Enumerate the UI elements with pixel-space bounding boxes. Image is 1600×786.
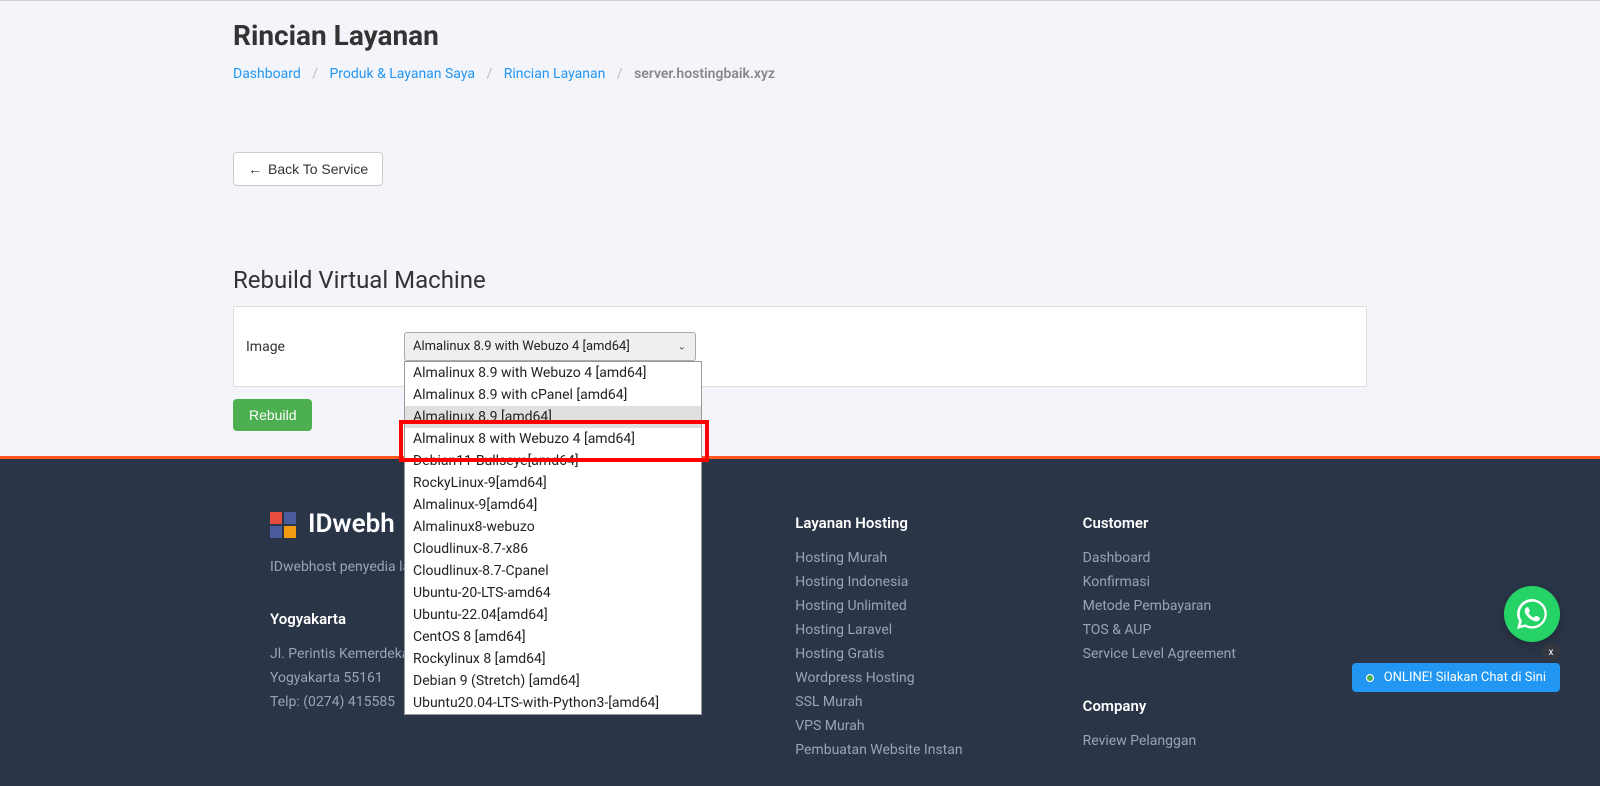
dropdown-option[interactable]: Cloudlinux-8.7-Cpanel [405,560,701,582]
footer-link[interactable]: Service Level Agreement [1083,646,1330,662]
dropdown-option[interactable]: Almalinux-9[amd64] [405,494,701,516]
chat-label: ONLINE! Silakan Chat di Sini [1384,670,1546,685]
breadcrumb-link-dashboard[interactable]: Dashboard [233,66,301,82]
logo-text: IDwebh [308,509,395,539]
breadcrumb-current: server.hostingbaik.xyz [634,66,775,82]
chevron-down-icon: ⌄ [678,341,686,352]
footer-link[interactable]: SSL Murah [795,694,1042,710]
breadcrumb-link-products[interactable]: Produk & Layanan Saya [329,66,475,82]
footer-link[interactable]: Hosting Gratis [795,646,1042,662]
dropdown-option[interactable]: Almalinux 8.9 with Webuzo 4 [amd64] [405,362,701,384]
footer-customer-heading: Customer [1083,514,1330,532]
rebuild-section-title: Rebuild Virtual Machine [233,266,1367,294]
image-label: Image [244,339,404,355]
breadcrumb-sep: / [312,66,318,82]
breadcrumb-link-details[interactable]: Rincian Layanan [504,66,606,82]
image-select[interactable]: Almalinux 8.9 with Webuzo 4 [amd64] ⌄ [404,332,696,361]
dropdown-option[interactable]: Cloudlinux-8.7-x86 [405,538,701,560]
whatsapp-button[interactable] [1504,586,1560,642]
dropdown-option[interactable]: Debian 9 (Stretch) [amd64] [405,670,701,692]
back-to-service-button[interactable]: ← Back To Service [233,152,383,186]
dropdown-option[interactable]: CentOS 8 [amd64] [405,626,701,648]
chat-close-button[interactable]: x [1542,643,1560,661]
breadcrumb: Dashboard / Produk & Layanan Saya / Rinc… [233,66,1367,82]
footer-link[interactable]: VPS Murah [795,718,1042,734]
dropdown-option[interactable]: Ubuntu-22.04[amd64] [405,604,701,626]
dropdown-option[interactable]: Rockylinux 8 [amd64] [405,648,701,670]
footer: IDwebh IDwebhost penyedia la Yogyakarta … [0,459,1600,786]
footer-link[interactable]: Review Pelanggan [1083,733,1330,749]
footer-link[interactable]: Hosting Unlimited [795,598,1042,614]
dropdown-option[interactable]: Almalinux8-webuzo [405,516,701,538]
footer-link[interactable]: Hosting Murah [795,550,1042,566]
footer-link[interactable]: TOS & AUP [1083,622,1330,638]
dropdown-option[interactable]: RockyLinux-9[amd64] [405,472,701,494]
page-title: Rincian Layanan [233,19,1367,52]
breadcrumb-sep: / [486,66,492,82]
whatsapp-icon [1517,599,1547,629]
dropdown-option[interactable]: Almalinux 8 with Webuzo 4 [amd64] [405,428,701,450]
back-button-label: Back To Service [268,161,368,177]
logo-icon [270,510,298,538]
footer-link[interactable]: Wordpress Hosting [795,670,1042,686]
footer-company-heading: Company [1083,697,1330,715]
rebuild-button[interactable]: Rebuild [233,399,312,431]
footer-link[interactable]: Konfirmasi [1083,574,1330,590]
footer-link[interactable]: Pembuatan Website Instan [795,742,1042,758]
image-dropdown: Almalinux 8.9 with Webuzo 4 [amd64] Alma… [404,361,702,715]
footer-link[interactable]: Dashboard [1083,550,1330,566]
dropdown-option[interactable]: Debian11-Bullseye[amd64] [405,450,701,472]
arrow-left-icon: ← [248,161,262,177]
footer-link[interactable]: Hosting Indonesia [795,574,1042,590]
rebuild-form: Image Almalinux 8.9 with Webuzo 4 [amd64… [233,306,1367,387]
footer-link[interactable]: Hosting Laravel [795,622,1042,638]
breadcrumb-sep: / [617,66,623,82]
dropdown-option[interactable]: Almalinux 8.9 with cPanel [amd64] [405,384,701,406]
image-select-value: Almalinux 8.9 with Webuzo 4 [amd64] [413,339,630,354]
dropdown-option[interactable]: Almalinux 8.9 [amd64] [405,406,701,428]
chat-widget[interactable]: ONLINE! Silakan Chat di Sini [1352,663,1560,692]
footer-hosting-heading: Layanan Hosting [795,514,1042,532]
dropdown-option[interactable]: Ubuntu20.04-LTS-with-Python3-[amd64] [405,692,701,714]
dropdown-option[interactable]: Ubuntu-20-LTS-amd64 [405,582,701,604]
footer-link[interactable]: Metode Pembayaran [1083,598,1330,614]
online-status-icon [1366,674,1374,682]
